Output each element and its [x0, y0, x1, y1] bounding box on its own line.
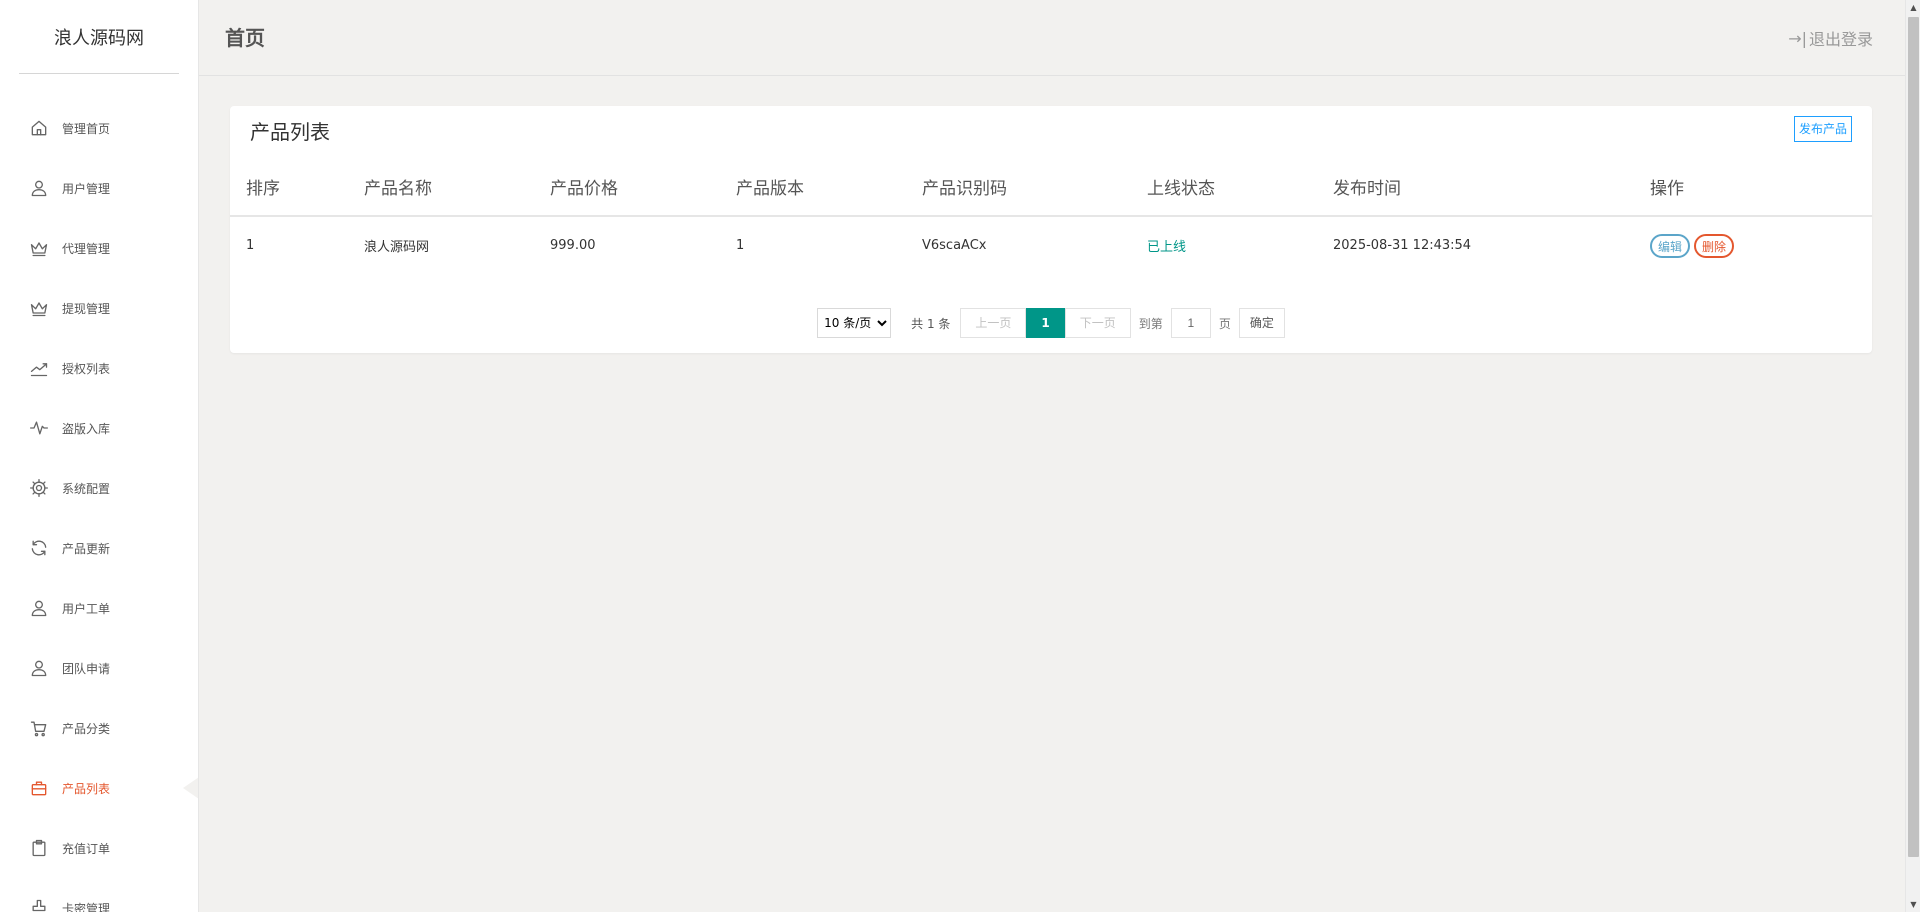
vertical-scrollbar[interactable]: ▲ ▼ [1905, 0, 1920, 912]
column-header-order: 排序 [230, 158, 348, 217]
column-header-status: 上线状态 [1131, 158, 1317, 217]
home-icon [28, 117, 50, 139]
sidebar-item-label: 产品分类 [62, 721, 111, 736]
sidebar-item-dashboard[interactable]: 管理首页 [0, 98, 198, 158]
sidebar-item-label: 卡密管理 [62, 901, 111, 912]
sidebar-item-settings[interactable]: 系统配置 [0, 458, 198, 518]
column-header-time: 发布时间 [1317, 158, 1634, 217]
crown-icon [28, 237, 50, 259]
cell-version: 1 [736, 238, 745, 253]
cell-status: 已上线 [1147, 240, 1187, 255]
sidebar-item-label: 盗版入库 [62, 421, 111, 436]
brand-title: 浪人源码网 [19, 0, 179, 74]
sidebar-item-label: 充值订单 [62, 841, 111, 856]
sidebar-item-label: 产品列表 [62, 781, 111, 796]
column-header-version: 产品版本 [720, 158, 906, 217]
scrollbar-thumb[interactable] [1908, 17, 1919, 857]
sidebar-item-label: 代理管理 [62, 241, 111, 256]
prev-page-button[interactable]: 上一页 [960, 308, 1027, 338]
product-table: 排序 产品名称 产品价格 产品版本 产品识别码 上线状态 发布时间 操作 1 浪… [230, 158, 1872, 274]
pagination: 10 条/页 共 1 条 上一页 1 下一页 到第 页 确定 [230, 308, 1872, 338]
cell-code: V6scaACx [922, 238, 987, 253]
trend-icon [28, 357, 50, 379]
sidebar-nav: 管理首页 用户管理 代理管理 提现管理 授权列表 盗版入库 系统配置 产品更新 [0, 98, 198, 912]
sidebar-item-label: 团队申请 [62, 661, 111, 676]
gear-icon [28, 477, 50, 499]
crown-icon [28, 297, 50, 319]
bag-icon [28, 777, 50, 799]
user-icon [28, 657, 50, 679]
sidebar-item-categories[interactable]: 产品分类 [0, 698, 198, 758]
sidebar-item-licenses[interactable]: 授权列表 [0, 338, 198, 398]
sidebar-item-piracy[interactable]: 盗版入库 [0, 398, 198, 458]
sidebar-item-label: 用户工单 [62, 601, 111, 616]
sidebar-item-team[interactable]: 团队申请 [0, 638, 198, 698]
sidebar-item-orders[interactable]: 充值订单 [0, 818, 198, 878]
column-header-code: 产品识别码 [906, 158, 1131, 217]
top-header: 首页 →| 退出登录 [199, 0, 1905, 76]
goto-label: 到第 [1138, 316, 1163, 331]
delete-button[interactable]: 删除 [1694, 233, 1735, 258]
product-list-card: 产品列表 发布产品 排序 产品名称 产品价格 产品版本 产品识别码 上线状态 发… [230, 106, 1872, 353]
total-count: 共 1 条 [911, 316, 951, 331]
sidebar-item-label: 提现管理 [62, 301, 111, 316]
pulse-icon [28, 417, 50, 439]
clipboard-icon [28, 837, 50, 859]
publish-product-button[interactable]: 发布产品 [1793, 116, 1852, 142]
sidebar-item-label: 系统配置 [62, 481, 111, 496]
next-page-button[interactable]: 下一页 [1064, 308, 1131, 338]
page-size-select[interactable]: 10 条/页 [817, 308, 892, 338]
cell-actions: 编辑 删除 [1634, 216, 1872, 274]
sidebar-item-users[interactable]: 用户管理 [0, 158, 198, 218]
table-row: 1 浪人源码网 999.00 1 V6scaACx 已上线 2025-08-31… [230, 216, 1872, 274]
table-header-row: 排序 产品名称 产品价格 产品版本 产品识别码 上线状态 发布时间 操作 [230, 158, 1872, 217]
cart-icon [28, 717, 50, 739]
refresh-icon [28, 537, 50, 559]
cell-time: 2025-08-31 12:43:54 [1333, 238, 1472, 253]
page-title: 首页 [225, 26, 265, 50]
user-icon [28, 597, 50, 619]
stamp-icon [28, 897, 50, 912]
sidebar-item-tickets[interactable]: 用户工单 [0, 578, 198, 638]
sidebar-item-cards[interactable]: 卡密管理 [0, 878, 198, 912]
edit-button[interactable]: 编辑 [1650, 233, 1691, 258]
sidebar-item-label: 授权列表 [62, 361, 111, 376]
column-header-name: 产品名称 [348, 158, 534, 217]
user-icon [28, 177, 50, 199]
cell-price: 999.00 [550, 238, 596, 253]
goto-page-input[interactable] [1170, 308, 1211, 338]
logout-label: 退出登录 [1808, 30, 1873, 49]
confirm-button[interactable]: 确定 [1238, 308, 1285, 338]
sidebar-item-label: 用户管理 [62, 181, 111, 196]
cell-order: 1 [246, 238, 255, 253]
sidebar-item-label: 产品更新 [62, 541, 111, 556]
page-unit-label: 页 [1218, 316, 1231, 331]
card-title: 产品列表 [250, 120, 330, 144]
cell-name: 浪人源码网 [364, 240, 430, 255]
column-header-actions: 操作 [1634, 158, 1872, 217]
sidebar: 浪人源码网 管理首页 用户管理 代理管理 提现管理 授权列表 盗版入库 系统配置 [0, 0, 199, 912]
scroll-down-icon[interactable]: ▼ [1906, 897, 1920, 912]
column-header-price: 产品价格 [534, 158, 720, 217]
sidebar-item-agents[interactable]: 代理管理 [0, 218, 198, 278]
sidebar-item-products[interactable]: 产品列表 [0, 758, 198, 818]
sidebar-item-label: 管理首页 [62, 121, 111, 136]
logout-icon: →| [1788, 28, 1807, 48]
logout-button[interactable]: →| 退出登录 [1788, 26, 1873, 50]
sidebar-item-updates[interactable]: 产品更新 [0, 518, 198, 578]
current-page[interactable]: 1 [1026, 308, 1065, 338]
sidebar-item-withdraw[interactable]: 提现管理 [0, 278, 198, 338]
scroll-up-icon[interactable]: ▲ [1906, 0, 1920, 15]
